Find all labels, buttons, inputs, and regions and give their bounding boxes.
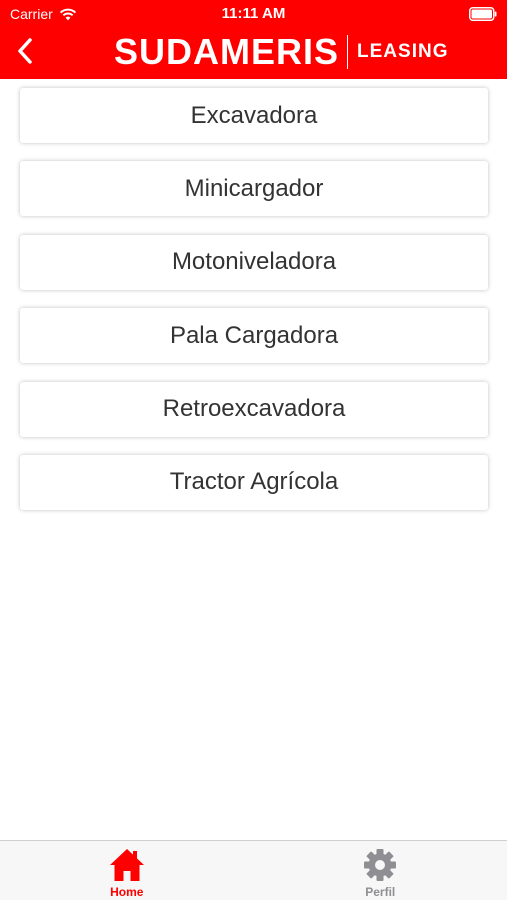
tab-home[interactable]: Home (0, 841, 254, 900)
tab-bar: Home Perfil (0, 840, 507, 900)
app-screen: Carrier 11:11 AM SUDAMERIS LEASING Excav… (0, 0, 507, 900)
status-bar: Carrier 11:11 AM (0, 0, 507, 28)
category-label: Retroexcavadora (162, 395, 346, 423)
header: Carrier 11:11 AM SUDAMERIS LEASING (0, 0, 507, 79)
gear-icon (364, 849, 397, 881)
tab-profile-label: Perfil (365, 885, 396, 899)
logo-divider (347, 35, 349, 69)
navbar: SUDAMERIS LEASING (0, 28, 507, 79)
logo-main-text: SUDAMERIS (114, 31, 340, 72)
home-icon (109, 849, 144, 881)
logo-sub-text: LEASING (357, 41, 449, 62)
category-pala-cargadora[interactable]: Pala Cargadora (20, 308, 488, 364)
brand-logo: SUDAMERIS LEASING (114, 31, 449, 72)
status-time: 11:11 AM (221, 5, 286, 22)
battery-icon (469, 7, 497, 21)
category-minicargador[interactable]: Minicargador (20, 161, 488, 217)
tab-profile[interactable]: Perfil (254, 841, 507, 900)
category-label: Minicargador (184, 174, 324, 202)
category-label: Tractor Agrícola (169, 468, 339, 496)
category-label: Motoniveladora (171, 248, 337, 276)
category-label: Excavadora (190, 101, 318, 129)
category-retroexcavadora[interactable]: Retroexcavadora (20, 381, 488, 437)
back-button[interactable] (8, 34, 42, 68)
chevron-left-icon (18, 38, 32, 64)
category-excavadora[interactable]: Excavadora (20, 88, 488, 143)
tab-home-label: Home (110, 885, 144, 899)
category-label: Pala Cargadora (169, 321, 339, 349)
category-tractor-agricola[interactable]: Tractor Agrícola (20, 454, 488, 510)
category-list: Excavadora Minicargador Motoniveladora P… (20, 88, 488, 528)
category-motoniveladora[interactable]: Motoniveladora (20, 234, 488, 290)
